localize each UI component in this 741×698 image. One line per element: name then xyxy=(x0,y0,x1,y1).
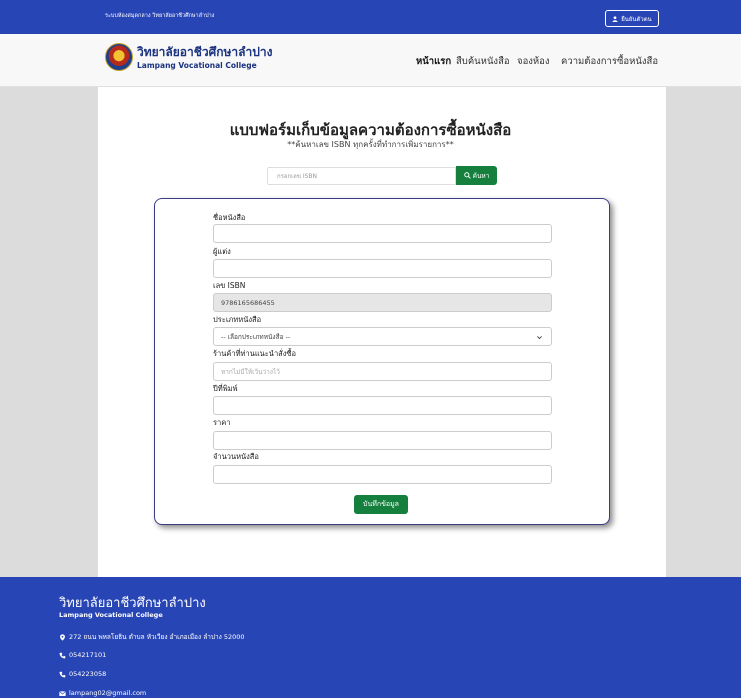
nav-search-books[interactable]: สืบค้นหนังสือ xyxy=(456,54,510,69)
search-button-label: ค้นหา xyxy=(472,171,490,180)
store-label: ร้านค้าที่ท่านแนะนำสั่งซื้อ xyxy=(213,349,296,358)
brand-name-en[interactable]: Lampang Vocational College xyxy=(137,61,257,70)
footer-email: lampang02@gmail.com xyxy=(59,689,146,697)
category-select-value: -- เลือกประเภทหนังสือ -- xyxy=(221,332,291,341)
footer-title: วิทยาลัยอาชีวศึกษาลำปาง xyxy=(59,596,206,611)
footer-phone-1-text: 054217101 xyxy=(69,651,107,659)
login-button[interactable]: ยืนยันตัวตน xyxy=(605,10,659,27)
page-subtitle: **ค้นหาเลข ISBN ทุกครั้งที่ทำการเพิ่มราย… xyxy=(287,140,454,149)
quantity-label: จำนวนหนังสือ xyxy=(213,452,259,461)
category-label: ประเภทหนังสือ xyxy=(213,315,262,324)
brand-name-th[interactable]: วิทยาลัยอาชีวศึกษาลำปาง xyxy=(137,43,272,62)
phone-icon xyxy=(59,652,66,658)
year-field[interactable] xyxy=(213,396,552,415)
footer-address-text: 272 ถนน พหลโยธิน ตำบล หัวเวียง อำเภอเมือ… xyxy=(69,633,245,641)
author-label: ผู้แต่ง xyxy=(213,247,231,256)
save-button[interactable]: บันทึกข้อมูล xyxy=(354,495,408,514)
footer-address: 272 ถนน พหลโยธิน ตำบล หัวเวียง อำเภอเมือ… xyxy=(59,632,245,642)
footer-phone-2-text: 054223058 xyxy=(69,670,107,678)
top-bar: ระบบห้องสมุดกลาง วิทยาลัยอาชีวศึกษาลำปาง… xyxy=(0,0,741,34)
year-label: ปีที่พิมพ์ xyxy=(213,384,238,393)
book-title-label: ชื่อหนังสือ xyxy=(213,213,246,222)
quantity-field[interactable] xyxy=(213,465,552,484)
map-marker-icon xyxy=(60,633,65,641)
category-select[interactable]: -- เลือกประเภทหนังสือ -- xyxy=(213,327,552,346)
search-icon xyxy=(463,172,471,179)
user-icon xyxy=(612,15,618,22)
store-field[interactable]: หากไม่มีให้เว้นว่างไว้ xyxy=(213,362,552,381)
isbn-field: 9786165686455 xyxy=(213,293,552,312)
nav-book-room[interactable]: จองห้อง xyxy=(517,54,550,69)
envelope-icon xyxy=(59,690,66,696)
login-button-label: ยืนยันตัวตน xyxy=(621,15,652,23)
footer-email-text[interactable]: lampang02@gmail.com xyxy=(69,689,146,697)
footer: วิทยาลัยอาชีวศึกษาลำปาง Lampang Vocation… xyxy=(0,577,741,698)
college-logo[interactable] xyxy=(105,43,133,71)
navbar: วิทยาลัยอาชีวศึกษาลำปาง Lampang Vocation… xyxy=(0,34,741,87)
author-field[interactable] xyxy=(213,259,552,278)
price-field[interactable] xyxy=(213,431,552,450)
price-label: ราคา xyxy=(213,418,231,427)
footer-phone-1: 054217101 xyxy=(59,651,106,659)
phone-icon xyxy=(59,671,66,677)
isbn-search-input[interactable]: กรอกเลข ISBN xyxy=(267,167,456,185)
nav-home[interactable]: หน้าแรก xyxy=(416,54,451,69)
book-title-field[interactable] xyxy=(213,224,552,243)
search-button[interactable]: ค้นหา xyxy=(456,166,497,185)
nav-book-request[interactable]: ความต้องการซื้อหนังสือ xyxy=(561,54,658,69)
isbn-label: เลข ISBN xyxy=(213,281,246,290)
footer-subtitle: Lampang Vocational College xyxy=(59,611,163,619)
system-name: ระบบห้องสมุดกลาง วิทยาลัยอาชีวศึกษาลำปาง xyxy=(105,13,215,19)
chevron-down-icon xyxy=(537,336,542,340)
footer-phone-2: 054223058 xyxy=(59,670,106,678)
